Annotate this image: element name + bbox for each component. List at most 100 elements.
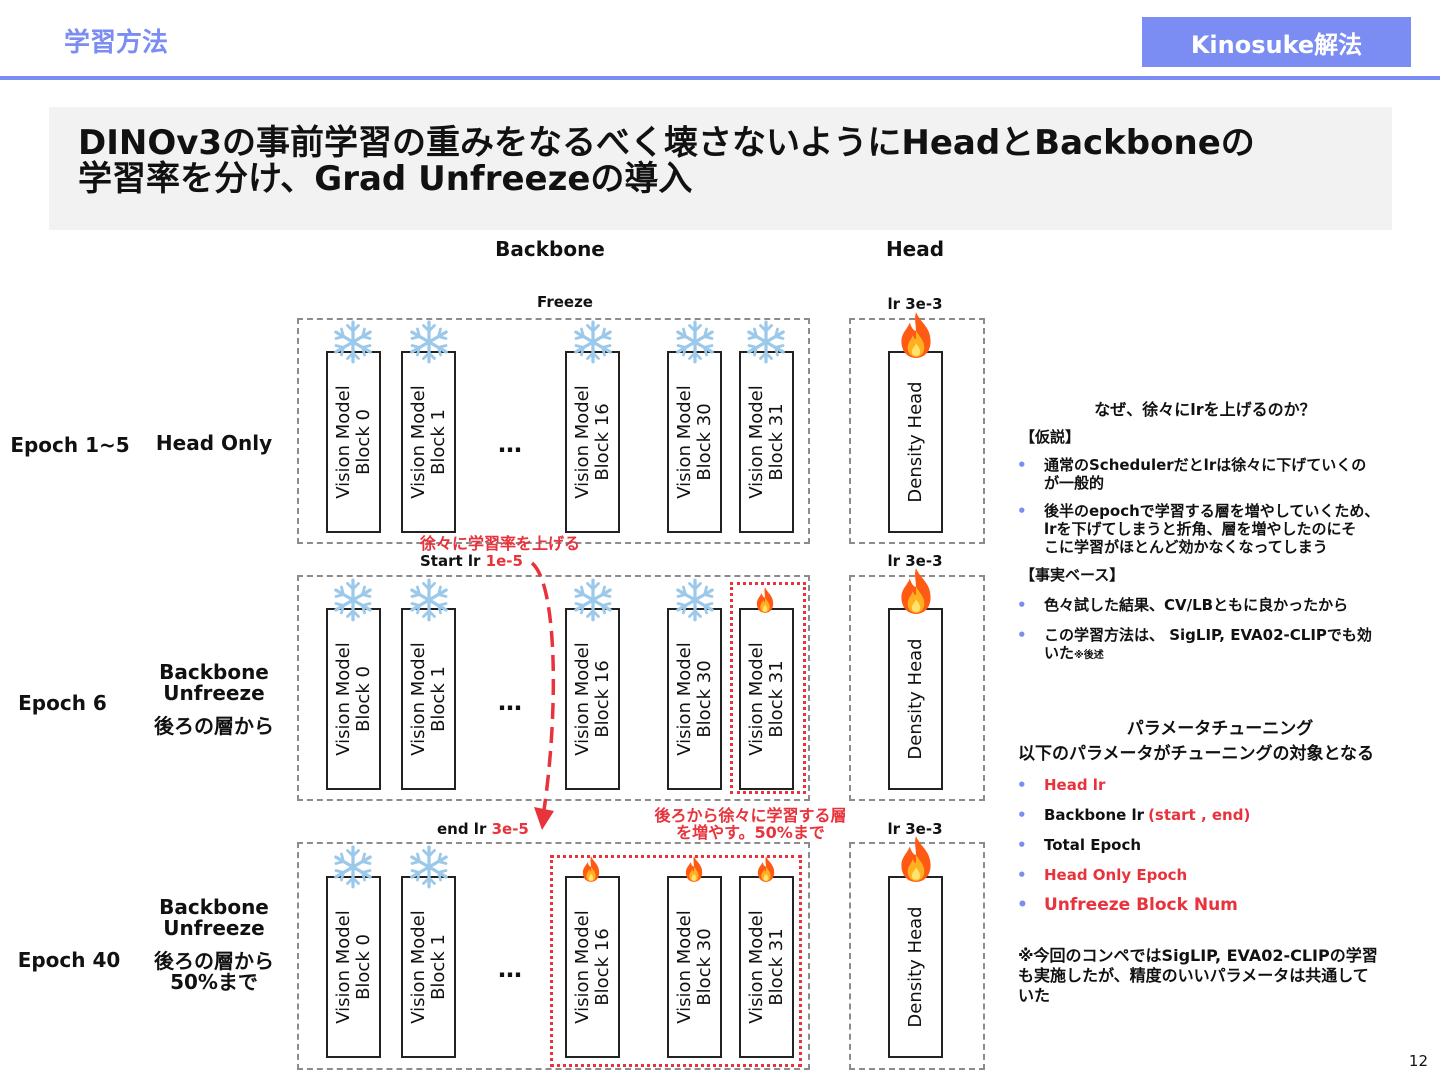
vision-block-30: Vision Model Block 30 xyxy=(667,608,722,790)
row2-desc-line1: Backbone xyxy=(159,660,269,684)
start-lr-prefix: Start lr xyxy=(420,552,486,570)
block-line-1: Vision Model xyxy=(332,910,354,1024)
bullet: • xyxy=(1017,776,1027,794)
block-line-1: Density Head xyxy=(904,381,926,503)
bullet: • xyxy=(1017,866,1027,884)
block-line-2: Block 30 xyxy=(693,928,715,1006)
bullet: • xyxy=(1017,596,1027,614)
block-line-2: Block 0 xyxy=(352,934,374,1000)
block-line-1: Vision Model xyxy=(407,910,429,1024)
block-line-1: Vision Model xyxy=(407,385,429,499)
hypothesis-item: 後半のepochで学習する層を増やしていくため、 xyxy=(1044,502,1380,520)
bullet: • xyxy=(1017,895,1028,915)
hypothesis-list: • 通常のSchedulerだとlrは徐々に下げていくの が一般的 • 後半のepoc… xyxy=(1017,456,1417,556)
why-title: なぜ、徐々にlrを上げるのか？ xyxy=(1094,400,1316,419)
fact-list: • 色々試した結果、CV/LBともに良かったから • この学習方法は、 SigLIP… xyxy=(1017,596,1417,665)
block-line-2: Block 31 xyxy=(765,928,787,1006)
freeze-label: Freeze xyxy=(537,293,593,311)
tuning-title: パラメータチューニング xyxy=(1126,719,1314,739)
vision-block-31: Vision Model Block 31 xyxy=(739,876,794,1058)
row2-epoch: Epoch 6 xyxy=(18,691,107,715)
start-lr-label: Start lr 1e-5 xyxy=(420,552,540,570)
column-header-backbone: Backbone xyxy=(495,237,605,261)
bullet: • xyxy=(1017,836,1027,854)
block-line-1: Vision Model xyxy=(673,385,695,499)
section-title: 学習方法 xyxy=(64,28,169,58)
vision-block-30: Vision Model Block 30 xyxy=(667,876,722,1058)
headline-line-1: DINOv3の事前学習の重みをなるべく壊さないようにHeadとBackboneの xyxy=(78,123,1255,163)
block-line-2: Block 31 xyxy=(765,403,787,481)
note-line: いた xyxy=(1018,986,1051,1005)
fire-icon xyxy=(901,312,931,358)
block-line-1: Vision Model xyxy=(407,642,429,756)
block-line-1: Vision Model xyxy=(332,385,354,499)
end-lr-label: end lr 3e-5 xyxy=(437,820,537,838)
row3-desc-line1: Backbone xyxy=(159,895,269,919)
vision-block-16: Vision Model Block 16 xyxy=(565,876,620,1058)
vision-block-0: Vision Model Block 0 xyxy=(326,876,381,1058)
bullet: • xyxy=(1017,502,1027,520)
vision-block-1: Vision Model Block 1 xyxy=(401,608,456,790)
snowflake-icon xyxy=(410,578,448,622)
fire-icon xyxy=(582,856,600,882)
fact-label: 【事実ベース】 xyxy=(1020,566,1125,584)
row3-desc-line3: 後ろの層から xyxy=(154,949,274,973)
snowflake-icon xyxy=(676,578,714,622)
vision-block-0: Vision Model Block 0 xyxy=(326,351,381,533)
annotation-line-1: 後ろから徐々に学習する層 xyxy=(654,806,847,825)
brand-badge: Kinosuke解法 xyxy=(1142,17,1411,67)
snowflake-icon xyxy=(334,578,372,622)
vision-block-30: Vision Model Block 30 xyxy=(667,351,722,533)
bullet: • xyxy=(1017,626,1027,644)
block-line-2: Block 16 xyxy=(591,660,613,738)
note-line: も実施したが、精度のいいパラメータは共通して xyxy=(1018,966,1369,985)
bullet: • xyxy=(1017,806,1027,824)
row3-description: Backbone Unfreeze 後ろの層から 50%まで xyxy=(148,897,280,993)
row3-desc-line4: 50%まで xyxy=(170,970,258,994)
fire-icon xyxy=(685,856,703,882)
tuning-item: Head lr xyxy=(1044,776,1106,794)
snowflake-icon xyxy=(334,845,372,889)
bullet: • xyxy=(1017,456,1027,474)
block-line-1: Vision Model xyxy=(673,910,695,1024)
block-line-2: Block 0 xyxy=(352,409,374,475)
tuning-intro: 以下のパラメータがチューニングの対象となる xyxy=(1018,744,1374,764)
snowflake-icon xyxy=(410,320,448,364)
fire-icon xyxy=(756,587,774,613)
hypothesis-item: lrを下げてしまうと折角、層を増やしたのにそ xyxy=(1044,520,1357,538)
note: ※今回のコンペではSigLIP, EVA02-CLIPの学習 も実施したが、精度… xyxy=(1018,946,1428,1006)
column-header-head: Head xyxy=(885,237,945,261)
note-line: ※今回のコンペではSigLIP, EVA02-CLIPの学習 xyxy=(1018,946,1378,965)
annotation-increase-layers: 後ろから徐々に学習する層 を増やす。50%まで xyxy=(628,807,873,841)
block-line-2: Block 30 xyxy=(693,403,715,481)
fire-icon xyxy=(757,856,775,882)
fire-icon xyxy=(901,836,931,882)
density-head: Density Head xyxy=(888,351,943,533)
block-line-1: Vision Model xyxy=(745,642,767,756)
fact-footnote: ※後述 xyxy=(1074,650,1104,661)
hypothesis-label: 【仮説】 xyxy=(1020,428,1081,446)
vision-block-31: Vision Model Block 31 xyxy=(739,351,794,533)
vision-block-16: Vision Model Block 16 xyxy=(565,351,620,533)
tuning-item: Head Only Epoch xyxy=(1044,866,1188,884)
snowflake-icon xyxy=(574,320,612,364)
tuning-item: Unfreeze Block Num xyxy=(1044,895,1238,915)
vision-block-31: Vision Model Block 31 xyxy=(739,608,794,790)
end-lr-value: 3e-5 xyxy=(491,820,529,838)
vision-block-1: Vision Model Block 1 xyxy=(401,876,456,1058)
annotation-increase-lr: 徐々に学習率を上げる xyxy=(419,534,580,553)
end-lr-prefix: end lr xyxy=(437,820,492,838)
row3-desc-line2: Unfreeze xyxy=(163,916,265,940)
block-line-1: Density Head xyxy=(904,906,926,1028)
block-line-1: Density Head xyxy=(904,638,926,760)
page-number: 12 xyxy=(1408,1052,1428,1070)
tuning-item: Total Epoch xyxy=(1044,836,1142,854)
block-line-1: Vision Model xyxy=(745,385,767,499)
fire-icon xyxy=(901,568,931,614)
row2-desc-line2: Unfreeze xyxy=(163,681,265,705)
vision-block-0: Vision Model Block 0 xyxy=(326,608,381,790)
block-line-2: Block 16 xyxy=(591,403,613,481)
block-line-2: Block 1 xyxy=(427,934,449,1000)
row1-epoch: Epoch 1~5 xyxy=(10,433,130,457)
block-line-2: Block 0 xyxy=(352,666,374,732)
